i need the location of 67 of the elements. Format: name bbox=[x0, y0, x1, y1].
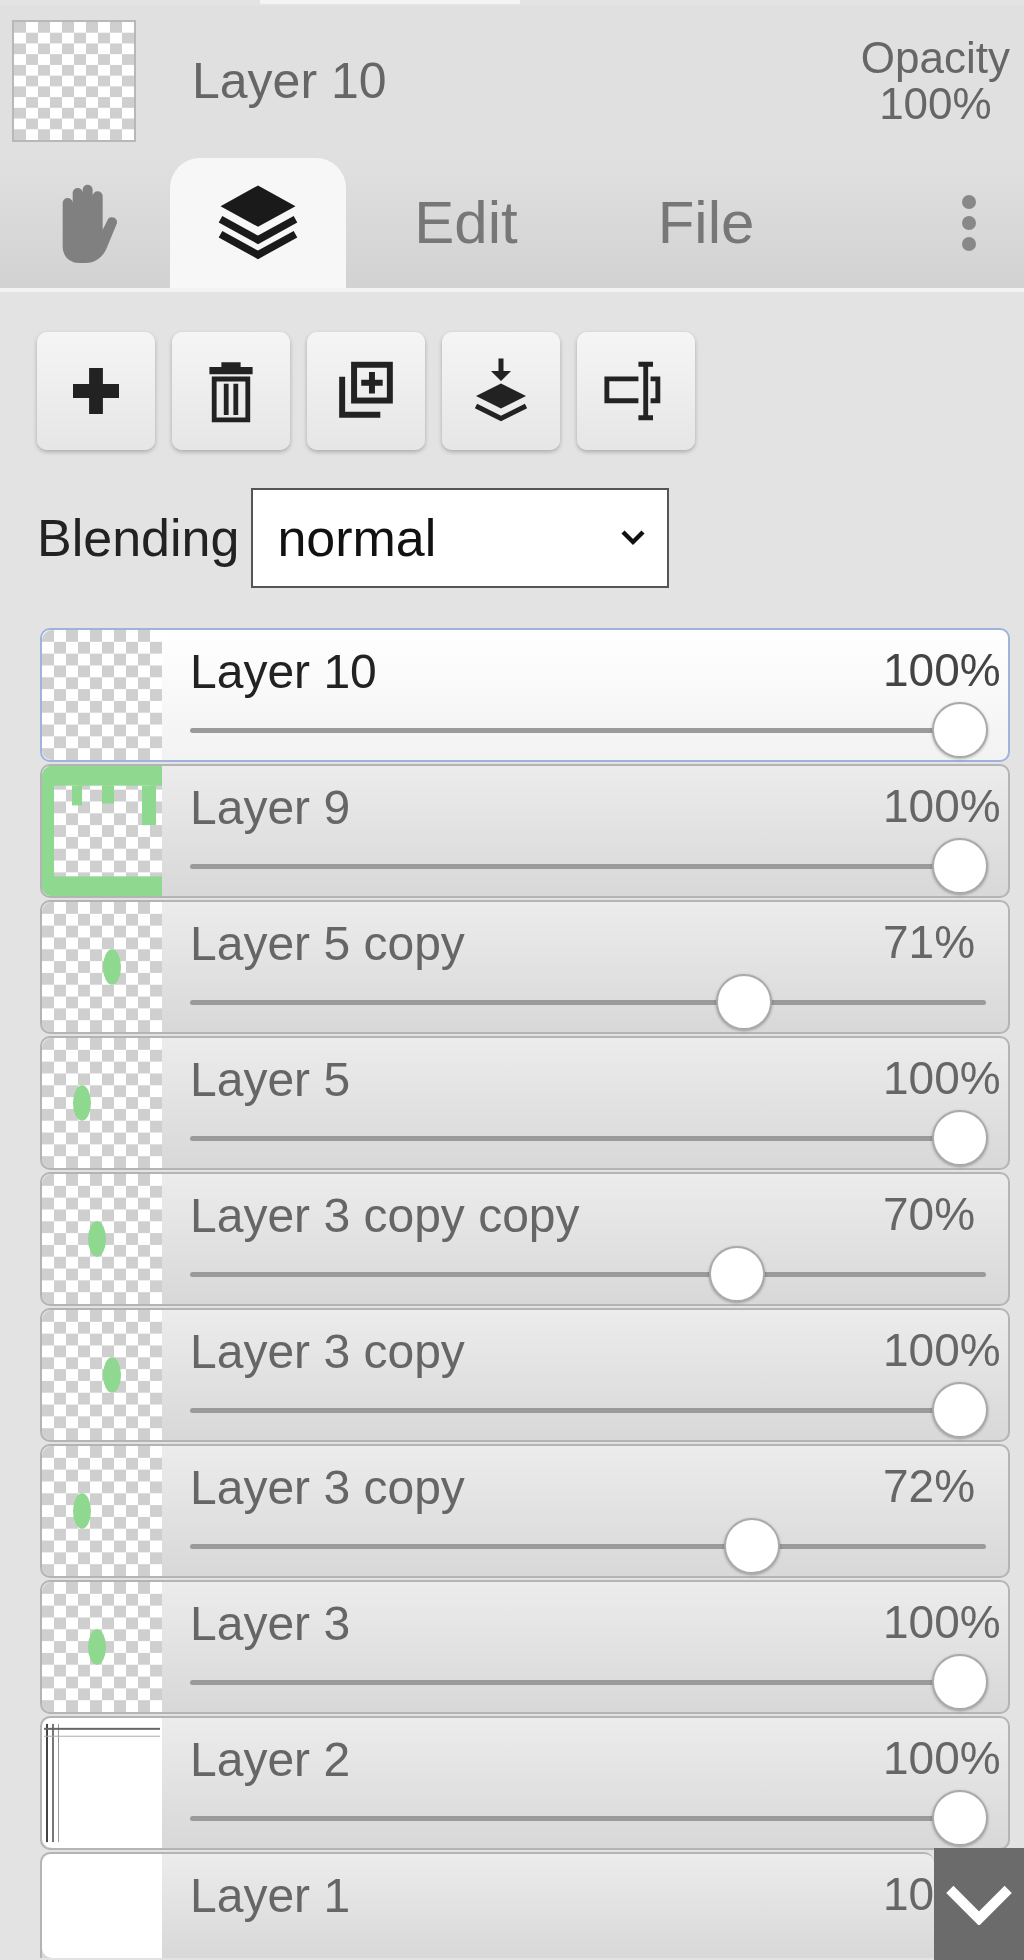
tab[interactable]: Edit bbox=[346, 158, 586, 288]
layer-name: Layer 3 copy copy bbox=[190, 1188, 580, 1244]
trash-icon bbox=[207, 359, 255, 423]
opacity-slider[interactable] bbox=[190, 702, 986, 758]
rename-layer-button[interactable] bbox=[577, 332, 695, 450]
opacity-slider[interactable] bbox=[190, 1654, 986, 1710]
opacity-slider[interactable] bbox=[190, 1790, 986, 1846]
layer-name: Layer 2 bbox=[190, 1732, 351, 1788]
layer-name: Layer 5 copy bbox=[190, 916, 465, 972]
tab[interactable] bbox=[170, 158, 346, 288]
layer-name: Layer 9 bbox=[190, 780, 351, 836]
layer-row[interactable]: Layer 9 100% bbox=[40, 764, 1010, 898]
layer-row[interactable]: Layer 3 100% bbox=[40, 1580, 1010, 1714]
plus-icon bbox=[73, 368, 119, 414]
layer-row[interactable]: Layer 5 100% bbox=[40, 1036, 1010, 1170]
layer-row[interactable]: Layer 10 100% bbox=[40, 628, 1010, 762]
blending-select[interactable]: normal bbox=[251, 488, 670, 588]
layer-opacity: 100% bbox=[883, 1595, 1001, 1650]
layer-opacity: 70% bbox=[883, 1187, 976, 1242]
layer-opacity: 71% bbox=[883, 915, 976, 970]
layer-name: Layer 3 copy bbox=[190, 1460, 465, 1516]
layer-name: Layer 3 bbox=[190, 1596, 351, 1652]
layer-name: Layer 1 bbox=[190, 1868, 351, 1924]
layer-opacity: 10 bbox=[883, 1867, 935, 1922]
slider-thumb[interactable] bbox=[932, 1654, 988, 1710]
layer-name: Layer 5 bbox=[190, 1052, 351, 1108]
slider-thumb[interactable] bbox=[932, 1110, 988, 1166]
opacity-slider[interactable] bbox=[190, 838, 986, 894]
slider-thumb[interactable] bbox=[716, 974, 773, 1030]
current-layer-name: Layer 10 bbox=[192, 51, 387, 111]
layer-opacity: 100% bbox=[883, 1323, 1001, 1378]
layer-opacity: 100% bbox=[883, 779, 1001, 834]
opacity-label: Opacity bbox=[860, 35, 1010, 81]
opacity-slider[interactable] bbox=[190, 1382, 986, 1438]
tab[interactable]: File bbox=[586, 158, 826, 288]
layer-row[interactable]: Layer 3 copy copy 70% bbox=[40, 1172, 1010, 1306]
layer-row[interactable]: Layer 3 copy 72% bbox=[40, 1444, 1010, 1578]
chevron-down-icon bbox=[621, 530, 646, 546]
opacity-slider[interactable] bbox=[190, 1518, 986, 1574]
layer-name: Layer 3 copy bbox=[190, 1324, 465, 1380]
layer-opacity: 100% bbox=[883, 1051, 1001, 1106]
slider-thumb[interactable] bbox=[932, 702, 988, 758]
layer-opacity: 100% bbox=[883, 1731, 1001, 1786]
scroll-down-button[interactable] bbox=[934, 1848, 1024, 1960]
slider-thumb[interactable] bbox=[723, 1518, 780, 1574]
layer-row[interactable]: Layer 2 100% bbox=[40, 1716, 1010, 1850]
delete-layer-button[interactable] bbox=[172, 332, 290, 450]
opacity-slider[interactable] bbox=[190, 974, 986, 1030]
opacity-slider[interactable] bbox=[190, 1246, 986, 1302]
chevron-down-icon bbox=[944, 1883, 1014, 1925]
merge-down-button[interactable] bbox=[442, 332, 560, 450]
layer-opacity: 100% bbox=[883, 643, 1001, 698]
blending-label: Blending bbox=[37, 508, 240, 569]
opacity-value: 100% bbox=[879, 81, 992, 127]
layer-row[interactable]: Layer 1 10 bbox=[40, 1852, 934, 1958]
duplicate-layer-button[interactable] bbox=[307, 332, 425, 450]
layer-name: Layer 10 bbox=[190, 644, 377, 700]
more-icon bbox=[962, 193, 976, 253]
layer-row[interactable]: Layer 3 copy 100% bbox=[40, 1308, 1010, 1442]
slider-thumb[interactable] bbox=[708, 1246, 765, 1302]
layer-row[interactable]: Layer 5 copy 71% bbox=[40, 900, 1010, 1034]
opacity-slider[interactable] bbox=[190, 1110, 986, 1166]
slider-thumb[interactable] bbox=[932, 838, 988, 894]
slider-thumb[interactable] bbox=[932, 1382, 988, 1438]
add-layer-button[interactable] bbox=[37, 332, 155, 450]
slider-thumb[interactable] bbox=[932, 1790, 988, 1846]
layer-opacity: 72% bbox=[883, 1459, 976, 1514]
